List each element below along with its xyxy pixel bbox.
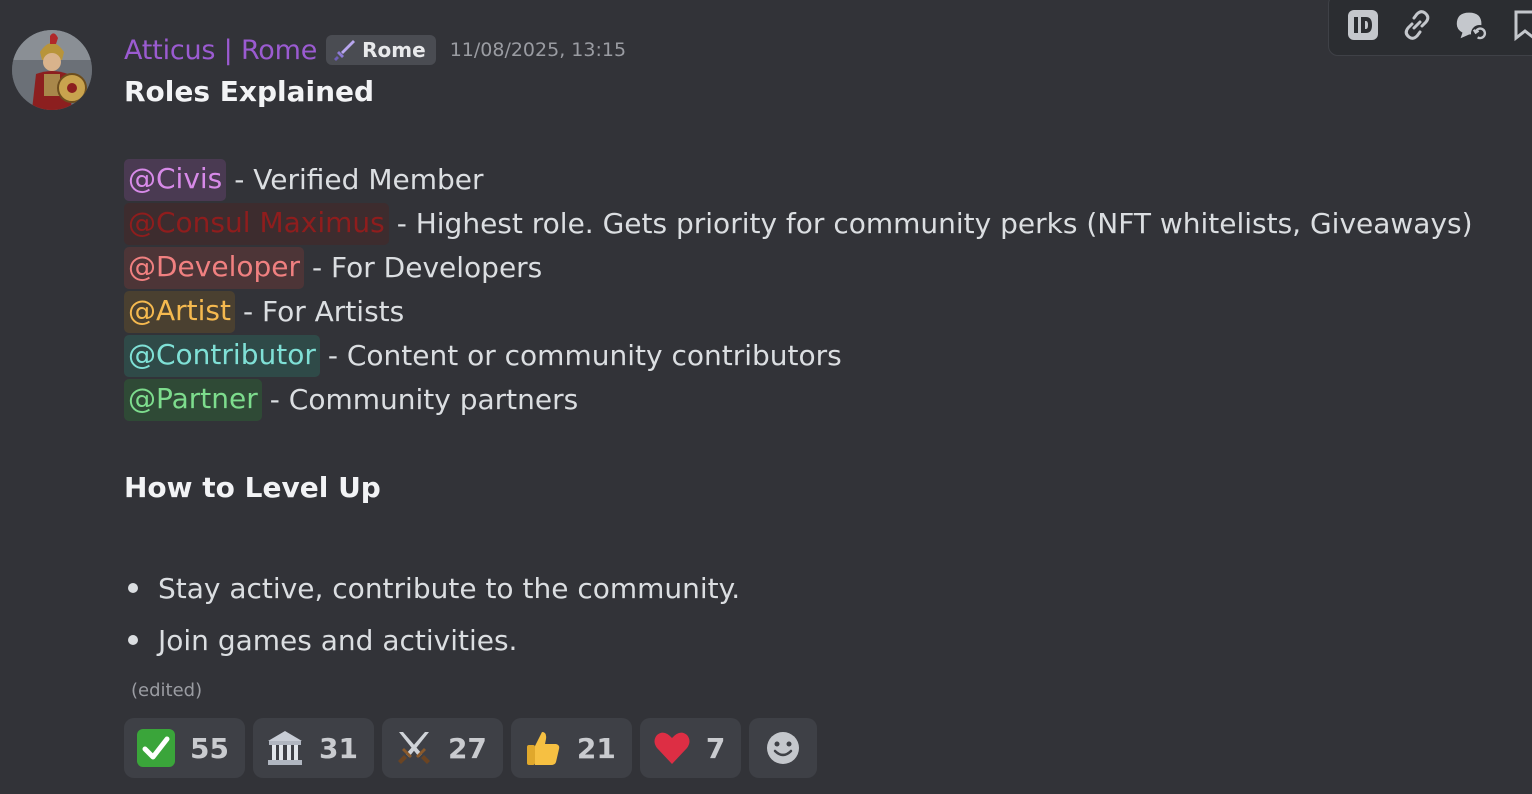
avatar[interactable] [12,30,92,110]
reaction-count: 31 [318,731,358,765]
level-up-heading: How to Level Up [124,471,381,504]
thumbs-up-icon [523,728,563,768]
role-mention-artist[interactable]: @Artist [124,291,235,333]
reaction-check-mark[interactable]: 55 [124,718,245,778]
timestamp[interactable]: 11/08/2025, 13:15 [450,39,626,61]
role-description: - For Developers [312,251,543,284]
bullet-icon [128,635,138,645]
bullet-list: Stay active, contribute to the community… [124,562,740,666]
smiley-icon [763,728,803,768]
crossed-swords-icon [394,728,434,768]
role-description: - For Artists [243,295,405,328]
server-tag-label: Rome [362,38,426,62]
role-line: @Civis - Verified Member [124,158,1473,202]
reaction-count: 55 [190,731,229,765]
reaction-count: 21 [576,731,616,765]
reactions-bar: 55 31 27 21 7 [124,718,818,778]
reaction-count: 7 [705,731,726,765]
check-mark-button-icon [136,728,176,768]
list-item-text: Stay active, contribute to the community… [158,571,741,605]
copy-id-icon[interactable] [1345,7,1381,43]
role-description: - Community partners [269,383,579,416]
reply-icon[interactable] [1453,7,1489,43]
classical-building-icon [265,728,305,768]
list-item: Join games and activities. [124,614,740,666]
server-tag[interactable]: Rome [326,35,436,65]
bullet-icon [128,583,138,593]
reaction-crossed-swords[interactable]: 27 [381,718,503,778]
add-reaction-button[interactable] [749,718,818,778]
role-mention-partner[interactable]: @Partner [124,379,262,421]
role-description: - Content or community contributors [327,339,842,372]
role-mention-contributor[interactable]: @Contributor [124,335,320,377]
message-content: Roles Explained @Civis - Verified Member… [124,70,1473,510]
role-line: @Developer - For Developers [124,246,1473,290]
reaction-classical-building[interactable]: 31 [252,718,374,778]
role-line: @Artist - For Artists [124,290,1473,334]
role-mention-developer[interactable]: @Developer [124,247,305,289]
reaction-thumbs-up[interactable]: 21 [510,718,632,778]
reaction-red-heart[interactable]: 7 [639,718,742,778]
sword-icon [332,37,358,63]
role-line: @Partner - Community partners [124,378,1473,422]
chat-message: Atticus | Rome Rome 11/08/2025, 13:15 Ro… [0,0,1532,794]
message-toolbar [1328,0,1532,56]
list-item-text: Join games and activities. [158,623,518,657]
role-mention-consul-maximus[interactable]: @Consul Maximus [124,203,389,245]
bookmark-icon[interactable] [1507,7,1532,43]
role-line: @Contributor - Content or community cont… [124,334,1473,378]
reaction-count: 27 [447,731,487,765]
edited-label: (edited) [131,680,203,701]
role-mention-civis[interactable]: @Civis [124,159,227,201]
copy-link-icon[interactable] [1399,7,1435,43]
roles-heading: Roles Explained [124,75,375,108]
red-heart-icon [652,728,692,768]
role-description: - Verified Member [234,163,484,196]
username[interactable]: Atticus | Rome [124,35,317,66]
list-item: Stay active, contribute to the community… [124,562,740,614]
role-description: - Highest role. Gets priority for commun… [396,207,1473,240]
message-header: Atticus | Rome Rome 11/08/2025, 13:15 [124,30,626,70]
role-line: @Consul Maximus - Highest role. Gets pri… [124,202,1473,246]
